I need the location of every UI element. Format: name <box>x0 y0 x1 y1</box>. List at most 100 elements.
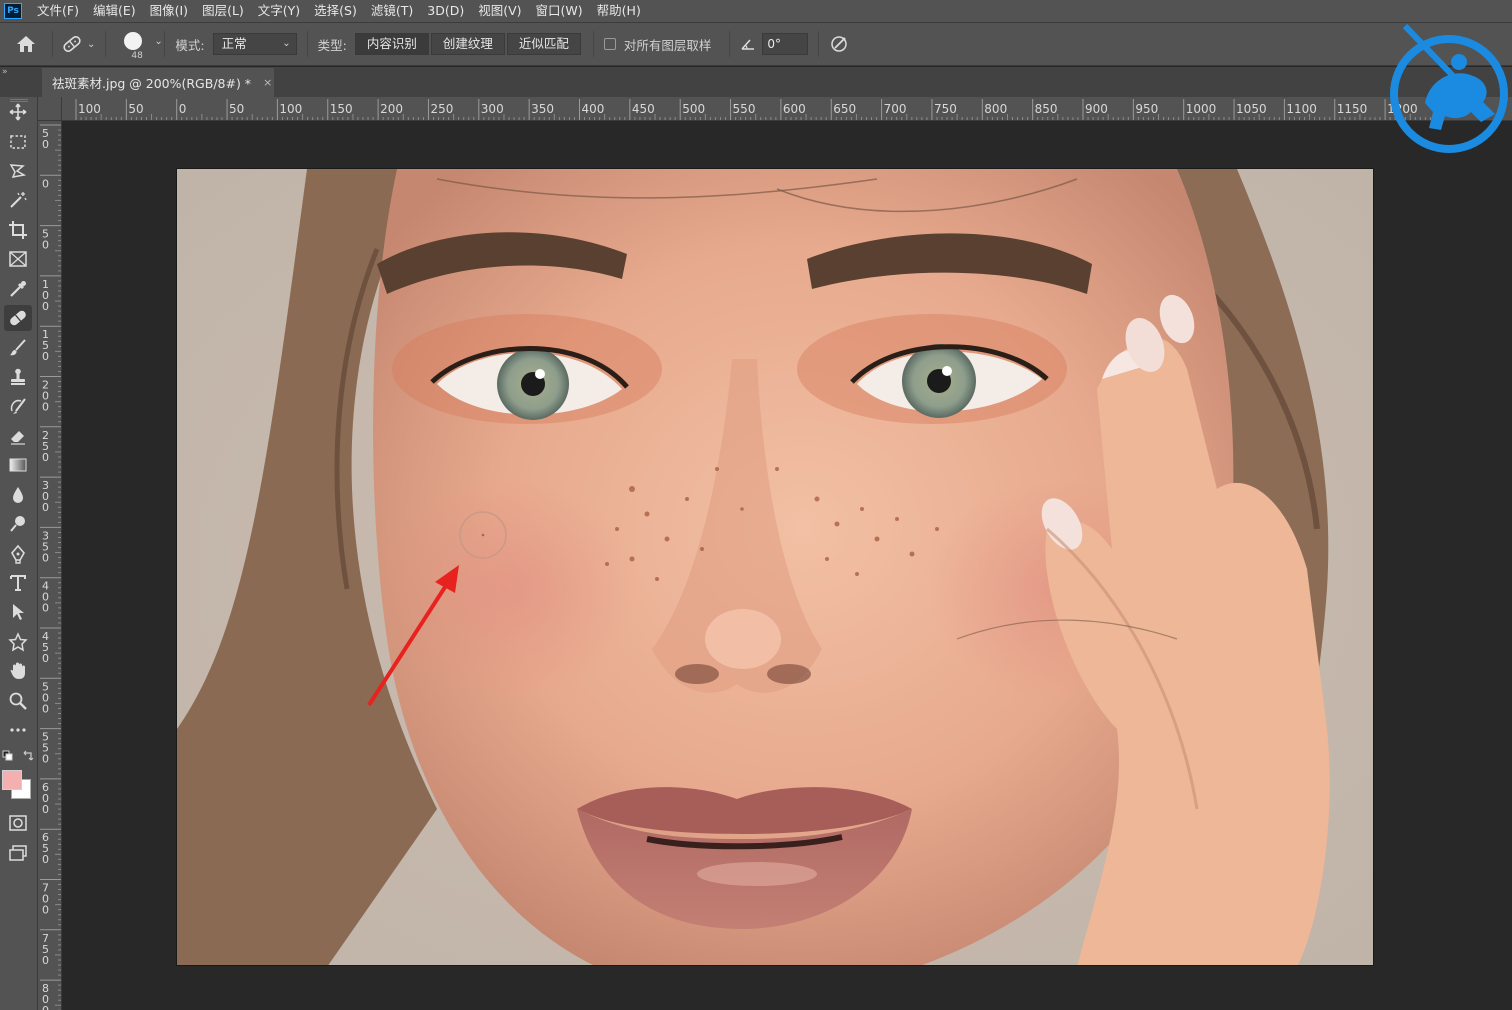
watermark-logo-icon <box>1390 23 1508 153</box>
ruler-label: 350 <box>531 102 554 116</box>
chevron-down-icon: ⌄ <box>154 36 163 47</box>
ruler-label: 100 <box>42 278 49 313</box>
proximity-match-button[interactable]: 近似匹配 <box>506 33 581 55</box>
ruler-label: 850 <box>1035 102 1058 116</box>
menu-select[interactable]: 选择(S) <box>307 0 364 22</box>
blur-icon <box>13 487 23 503</box>
ruler-label: 300 <box>481 102 504 116</box>
more-tools-icon <box>10 728 26 732</box>
history-brush-tool[interactable] <box>4 393 32 419</box>
menu-layer[interactable]: 图层(L) <box>195 0 251 22</box>
ruler-label: 500 <box>682 102 705 116</box>
ruler-label: 400 <box>42 580 49 615</box>
lasso-tool[interactable] <box>4 158 32 184</box>
foreground-color-swatch[interactable] <box>2 770 22 790</box>
pen-icon <box>11 544 25 564</box>
close-tab-icon[interactable]: × <box>263 76 272 89</box>
ruler-origin[interactable] <box>38 97 62 121</box>
menu-type[interactable]: 文字(Y) <box>251 0 307 22</box>
eyedropper-tool[interactable] <box>4 276 32 302</box>
ruler-label: 750 <box>934 102 957 116</box>
ruler-label: 450 <box>42 630 49 665</box>
screen-mode-button[interactable] <box>4 840 32 866</box>
spot-healing-brush-icon <box>10 310 26 326</box>
pressure-size-icon[interactable] <box>829 34 849 54</box>
menu-bar: Ps 文件(F) 编辑(E) 图像(I) 图层(L) 文字(Y) 选择(S) 滤… <box>0 0 1512 22</box>
options-bar: ⌄ 48 ⌄ 模式: 正常 ⌄ 类型: 内容识别 创建纹理 近似匹配 对所有图层… <box>0 22 1512 66</box>
hand-tool[interactable] <box>4 658 32 684</box>
default-colors-icon[interactable] <box>2 750 14 762</box>
quick-mask-button[interactable] <box>4 810 32 836</box>
shape-tool[interactable] <box>4 629 32 655</box>
crop-tool[interactable] <box>4 217 32 243</box>
document-tab-title: 祛斑素材.jpg @ 200%(RGB/8#) * <box>52 76 252 91</box>
eraser-tool[interactable] <box>4 423 32 449</box>
content-aware-button[interactable]: 内容识别 <box>354 33 429 55</box>
swap-colors-icon[interactable] <box>22 750 34 762</box>
type-tool[interactable] <box>4 570 32 596</box>
ruler-label: 50 <box>128 102 143 116</box>
ruler-label: 200 <box>380 102 403 116</box>
ruler-label: 200 <box>42 379 49 414</box>
path-selection-tool[interactable] <box>4 599 32 625</box>
mode-select[interactable]: 正常 ⌄ <box>212 33 297 55</box>
ruler-label: 1050 <box>1236 102 1267 116</box>
photoshop-window: Ps 文件(F) 编辑(E) 图像(I) 图层(L) 文字(Y) 选择(S) 滤… <box>0 0 1512 1010</box>
menu-window[interactable]: 窗口(W) <box>529 0 590 22</box>
magic-wand-tool[interactable] <box>4 187 32 213</box>
ruler-label: 100 <box>78 102 101 116</box>
dodge-tool[interactable] <box>4 511 32 537</box>
ruler-label: 650 <box>42 831 49 866</box>
frame-tool[interactable] <box>4 246 32 272</box>
tools-panel <box>0 97 38 1010</box>
blur-tool[interactable] <box>4 482 32 508</box>
menu-file[interactable]: 文件(F) <box>30 0 86 22</box>
vertical-ruler[interactable]: 5005010015020025030035040045050055060065… <box>38 121 62 1010</box>
ruler-label: 550 <box>733 102 756 116</box>
panel-collapse-icon[interactable]: » <box>2 67 8 77</box>
ruler-label: 1000 <box>1186 102 1217 116</box>
menu-image[interactable]: 图像(I) <box>143 0 195 22</box>
spot-healing-brush-icon <box>63 35 81 53</box>
quick-mask-icon <box>9 815 27 831</box>
document-image[interactable] <box>176 168 1374 966</box>
clone-stamp-tool[interactable] <box>4 364 32 390</box>
document-tab[interactable]: 祛斑素材.jpg @ 200%(RGB/8#) * × <box>42 68 274 97</box>
lasso-icon <box>9 164 27 178</box>
vertical-ruler-ticks: 5 005 01 0 01 5 02 0 02 5 03 0 03 5 04 0 04 5 05 0 05 5 06 0 06 5… <box>40 124 61 1010</box>
more-tools-button[interactable] <box>4 717 32 743</box>
ruler-label: 950 <box>1135 102 1158 116</box>
spot-healing-brush-tool[interactable] <box>4 305 32 331</box>
sample-all-layers-checkbox[interactable] <box>603 38 616 50</box>
sample-all-layers-label: 对所有图层取样 <box>623 37 712 53</box>
canvas-area[interactable] <box>62 121 1512 1010</box>
ruler-label: 650 <box>833 102 856 116</box>
ruler-label: 300 <box>42 479 49 514</box>
ruler-label: 150 <box>330 102 353 116</box>
eraser-icon <box>11 431 25 445</box>
tool-preset-picker[interactable]: ⌄ <box>61 34 95 54</box>
brush-icon <box>10 339 26 356</box>
menu-help[interactable]: 帮助(H) <box>590 0 648 22</box>
brush-tool[interactable] <box>4 335 32 361</box>
menu-filter[interactable]: 滤镜(T) <box>364 0 420 22</box>
brush-size-value: 48 <box>131 51 143 61</box>
gradient-icon <box>9 458 27 472</box>
menu-view[interactable]: 视图(V) <box>471 0 528 22</box>
chevron-down-icon: ⌄ <box>282 38 291 49</box>
pen-tool[interactable] <box>4 541 32 567</box>
gradient-tool[interactable] <box>4 452 32 478</box>
angle-input[interactable]: 0° <box>762 33 809 55</box>
screen-mode-icon <box>9 845 27 861</box>
menu-edit[interactable]: 编辑(E) <box>86 0 143 22</box>
marquee-tool[interactable] <box>4 129 32 155</box>
ruler-label: 450 <box>632 102 655 116</box>
create-texture-button[interactable]: 创建纹理 <box>430 33 505 55</box>
horizontal-ruler[interactable]: 100 50 0 50 100 150 200 250 300 350 400 450 500 550 60… <box>62 97 1512 121</box>
menu-3d[interactable]: 3D(D) <box>420 0 471 22</box>
ruler-label: 800 <box>42 982 49 1010</box>
zoom-tool[interactable] <box>4 688 32 714</box>
move-tool[interactable] <box>4 99 32 125</box>
brush-size-picker[interactable]: 48 ⌄ <box>116 24 163 64</box>
home-button[interactable] <box>0 35 52 53</box>
